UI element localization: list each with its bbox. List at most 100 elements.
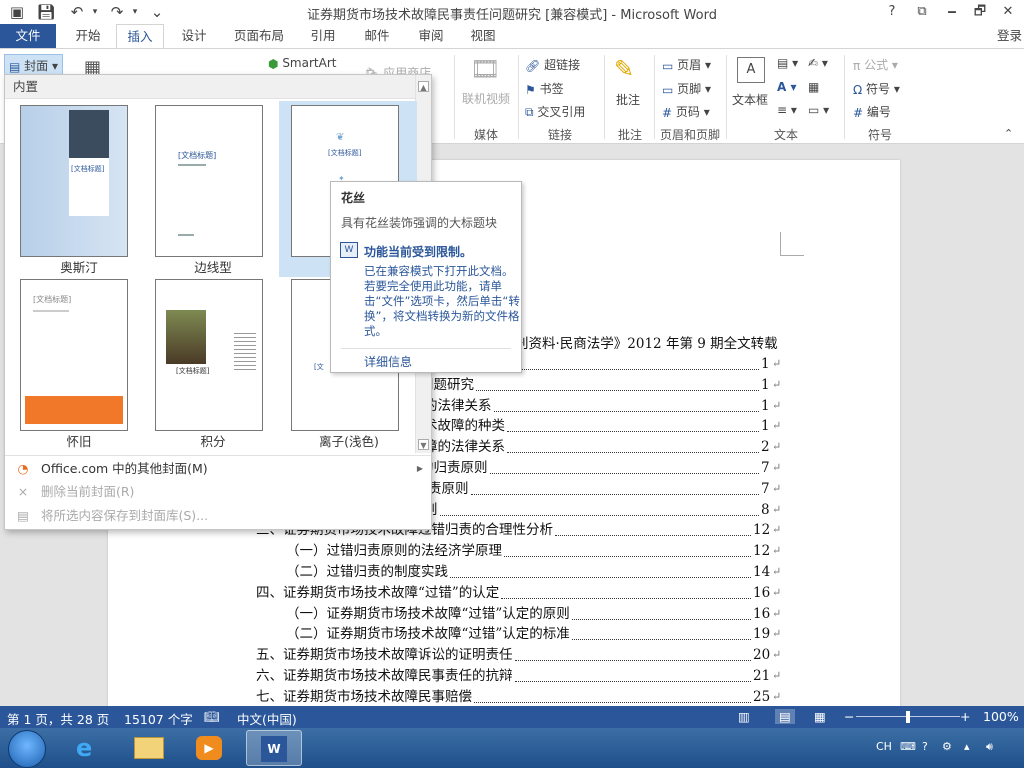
- scroll-down-icon[interactable]: ▼: [418, 439, 429, 450]
- scroll-up-icon[interactable]: ▲: [418, 81, 429, 92]
- help-button[interactable]: ?: [878, 2, 906, 22]
- cover-filigree-title: [文档标题]: [328, 149, 362, 157]
- toc-entry[interactable]: 七、证券期货市场技术故障民事赔偿 25 ↵: [256, 687, 790, 707]
- pi-icon: π: [853, 58, 861, 73]
- tab-file[interactable]: 文件: [0, 24, 56, 48]
- toc-entry[interactable]: 的归责原则 7 ↵: [420, 458, 790, 478]
- cover-integral[interactable]: [文档标题] 积分: [147, 279, 279, 451]
- help-tray-icon[interactable]: ?: [922, 740, 928, 753]
- header-button[interactable]: ▭ 页眉 ▾: [662, 56, 711, 73]
- keyboard-icon[interactable]: ⌨: [900, 740, 916, 753]
- filigree-ornament-icon: ❦: [336, 132, 345, 143]
- toc-entry[interactable]: 问题研究 1 ↵: [420, 375, 790, 395]
- minimize-button[interactable]: 🗕: [938, 2, 966, 22]
- start-button[interactable]: [8, 730, 46, 768]
- toc-entry[interactable]: （二）过错归责的制度实践 14 ↵: [286, 562, 790, 582]
- sign-in-link[interactable]: 登录: [997, 24, 1022, 48]
- cross-reference-button[interactable]: ⧉ 交叉引用: [525, 103, 585, 120]
- toc-entry[interactable]: （二）证券期货市场技术故障“过错”认定的标准 19 ↵: [286, 624, 790, 644]
- toc-entry[interactable]: 六、证券期货市场技术故障民事责任的抗辩 21 ↵: [256, 666, 790, 686]
- toc-leader-dots: [474, 701, 751, 703]
- ime-indicator[interactable]: CH: [876, 740, 892, 753]
- tab-home[interactable]: 开始: [66, 24, 110, 48]
- hyperlink-button[interactable]: 🔗︎ 超链接: [525, 56, 580, 73]
- explorer-taskbar-button[interactable]: [122, 730, 178, 766]
- close-button[interactable]: ✕: [994, 2, 1022, 22]
- word-taskbar-button[interactable]: W: [246, 730, 302, 766]
- zoom-level[interactable]: 100%: [983, 709, 1019, 724]
- toc-entry[interactable]: 四、证券期货市场技术故障“过错”的认定 16 ↵: [256, 583, 790, 603]
- window-title: 证券期货市场技术故障民事责任问题研究 [兼容模式] - Microsoft Wo…: [307, 8, 717, 23]
- volume-icon[interactable]: 🔊︎: [986, 740, 993, 754]
- vertical-scrollbar[interactable]: [1007, 144, 1024, 706]
- object-icon[interactable]: ▭ ▾: [808, 103, 829, 117]
- tab-page-layout[interactable]: 页面布局: [228, 24, 290, 48]
- toc-entry[interactable]: （一）证券期货市场技术故障“过错”认定的原则 16 ↵: [286, 604, 790, 624]
- footer-button[interactable]: ▭ 页脚 ▾: [662, 80, 711, 97]
- tray-settings-icon[interactable]: ⚙: [942, 740, 952, 753]
- group-separator: [518, 55, 519, 139]
- smartart-button[interactable]: ⬢ SmartArt: [268, 56, 336, 71]
- read-mode-icon[interactable]: ▥: [738, 709, 750, 724]
- restore-button[interactable]: 🗗: [966, 2, 994, 22]
- source-line: 刊资料·民商法学》2012 年第 9 期全文转载: [515, 336, 778, 352]
- tab-review[interactable]: 审阅: [410, 24, 452, 48]
- page-count[interactable]: 第 1 页，共 28 页: [7, 709, 109, 728]
- cover-austin[interactable]: [文档标题] 奥斯汀: [13, 101, 145, 277]
- language-indicator[interactable]: 中文(中国): [237, 709, 297, 728]
- textbox-button[interactable]: 文本框: [732, 91, 768, 108]
- collapse-ribbon-icon[interactable]: ⌃: [1004, 127, 1013, 140]
- signature-line-icon[interactable]: ✍ ▾: [808, 56, 828, 70]
- ie-taskbar-button[interactable]: e: [62, 730, 118, 766]
- tab-design[interactable]: 设计: [172, 24, 216, 48]
- numbering-button[interactable]: # 编号: [853, 103, 891, 120]
- group-separator: [654, 55, 655, 139]
- equation-button[interactable]: π 公式 ▾: [853, 56, 898, 73]
- toc-entry[interactable]: 障的法律关系 2 ↵: [424, 437, 790, 457]
- online-video-button[interactable]: 联机视频: [462, 90, 510, 107]
- date-time-icon[interactable]: ▦: [808, 80, 819, 94]
- toc-entry[interactable]: 则8↵: [424, 500, 790, 520]
- toc-entry-text: （二）证券期货市场技术故障“过错”认定的标准: [286, 626, 570, 643]
- more-covers-office-menu-item[interactable]: ◔ Office.com 中的其他封面(M) ▶: [13, 458, 423, 480]
- tab-insert[interactable]: 插入: [116, 24, 164, 49]
- toc-entry[interactable]: （一）过错归责原则的法经济学原理 12 ↵: [286, 541, 790, 561]
- tab-view[interactable]: 视图: [462, 24, 504, 48]
- symbol-button[interactable]: Ω 符号 ▾: [853, 80, 900, 97]
- toc-entry[interactable]: 1 ↵: [515, 354, 790, 374]
- paragraph-mark-icon: ↵: [772, 377, 782, 391]
- show-hidden-icons-icon[interactable]: ▴: [964, 740, 970, 753]
- toc-entry[interactable]: 的法律关系 1 ↵: [424, 396, 790, 416]
- proofing-icon[interactable]: 📖︎: [204, 709, 220, 725]
- zoom-slider-thumb[interactable]: [906, 711, 910, 723]
- toc-leader-dots: [517, 369, 759, 370]
- web-layout-icon[interactable]: ▦: [814, 709, 826, 724]
- toc-entry[interactable]: 五、证券期货市场技术故障诉讼的证明责任 20 ↵: [256, 645, 790, 665]
- wordart-icon[interactable]: A ▾: [777, 80, 797, 94]
- word-count[interactable]: 15107 个字: [124, 709, 193, 728]
- media-player-taskbar-button[interactable]: ▶: [182, 730, 238, 766]
- zoom-in-icon[interactable]: +: [960, 709, 970, 724]
- save-selection-to-gallery-menu-item[interactable]: ▤ 将所选内容保存到封面库(S)...: [13, 505, 208, 527]
- toc-leader-dots: [440, 514, 759, 516]
- remove-cover-menu-item[interactable]: ⨯ 删除当前封面(R): [13, 481, 135, 503]
- tab-mailings[interactable]: 邮件: [356, 24, 398, 48]
- cover-sideline[interactable]: [文档标题] 边线型: [147, 101, 279, 277]
- dropcap-icon[interactable]: ≡ ▾: [777, 103, 797, 117]
- cover-retrospect[interactable]: [文档标题] 怀旧: [13, 279, 145, 451]
- cover-tooltip: 花丝 具有花丝装饰强调的大标题块 W 功能当前受到限制。 已在兼容模式下打开此文…: [330, 181, 522, 373]
- zoom-out-icon[interactable]: −: [844, 709, 854, 724]
- page-number-button[interactable]: # 页码 ▾: [662, 103, 710, 120]
- omega-icon: Ω: [853, 82, 863, 97]
- toc-page-number: 1: [761, 376, 770, 393]
- toc-entry[interactable]: 责原则 7 ↵: [428, 479, 790, 499]
- new-comment-button[interactable]: 批注: [616, 91, 640, 108]
- ribbon-display-options-button[interactable]: ⧉: [908, 2, 936, 22]
- bookmark-button[interactable]: ⚑ 书签: [525, 80, 564, 97]
- tooltip-more-info-link[interactable]: 详细信息: [364, 353, 412, 370]
- toc-entry[interactable]: 术故障的种类 1 ↵: [424, 416, 790, 436]
- cover-sideline-label: 边线型: [194, 260, 232, 275]
- print-layout-icon[interactable]: ▤: [775, 709, 795, 724]
- tab-references[interactable]: 引用: [302, 24, 344, 48]
- quick-parts-icon[interactable]: ▤ ▾: [777, 56, 798, 70]
